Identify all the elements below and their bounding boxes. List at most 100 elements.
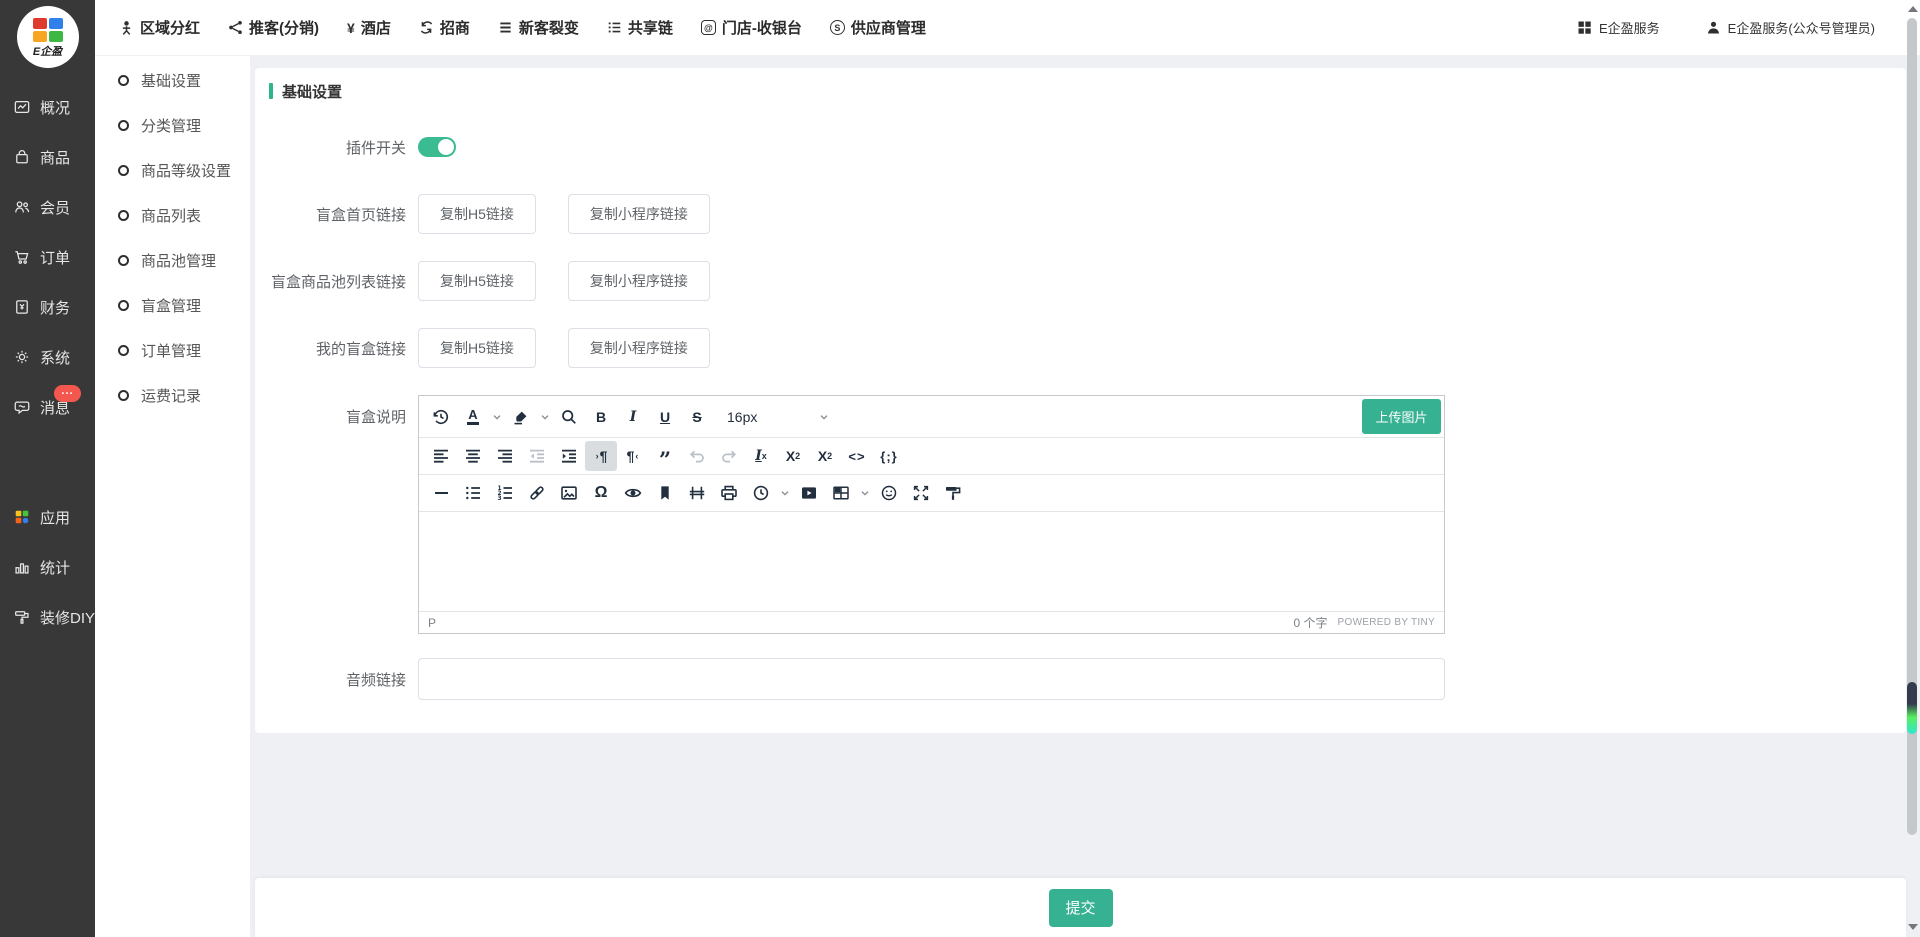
topnav-item-fission[interactable]: 新客裂变 xyxy=(484,17,593,38)
redo-icon[interactable] xyxy=(713,441,745,471)
subscript-button[interactable]: X2 xyxy=(777,441,809,471)
submenu-item-freight[interactable]: 运费记录 xyxy=(95,373,250,418)
italic-button[interactable]: I xyxy=(617,402,649,432)
copy-miniprogram-link-button[interactable]: 复制小程序链接 xyxy=(568,194,710,234)
insert-datetime-icon[interactable] xyxy=(745,478,777,508)
align-left-icon[interactable] xyxy=(425,441,457,471)
copy-h5-link-button[interactable]: 复制H5链接 xyxy=(418,194,536,234)
code-sample-button[interactable]: {;} xyxy=(873,441,905,471)
audio-link-input[interactable] xyxy=(418,658,1445,700)
blockquote-button[interactable]: ” xyxy=(649,441,681,471)
submenu-item-goods-list[interactable]: 商品列表 xyxy=(95,193,250,238)
link-icon[interactable] xyxy=(521,478,553,508)
highlighter-icon[interactable] xyxy=(505,402,537,432)
page-break-icon[interactable] xyxy=(681,478,713,508)
table-icon[interactable] xyxy=(825,478,857,508)
special-character-button[interactable]: Ω xyxy=(585,478,617,508)
copy-miniprogram-link-button[interactable]: 复制小程序链接 xyxy=(568,328,710,368)
font-size-select[interactable]: 16px xyxy=(719,402,837,432)
copy-h5-link-button[interactable]: 复制H5链接 xyxy=(418,328,536,368)
upload-image-button[interactable]: 上传图片 xyxy=(1362,399,1441,434)
topnav-item-region-dividend[interactable]: 区域分红 xyxy=(105,17,214,38)
topnav-item-supplier[interactable]: S 供应商管理 xyxy=(816,17,940,38)
topnav-item-zhaoshang[interactable]: 招商 xyxy=(405,17,484,38)
sidebar-item-label: 统计 xyxy=(40,557,70,578)
page-scrollbar[interactable] xyxy=(1905,0,1920,937)
topnav-item-hotel[interactable]: ¥ 酒店 xyxy=(333,17,405,38)
plugin-switch-toggle[interactable] xyxy=(418,137,456,157)
format-painter-icon[interactable] xyxy=(937,478,969,508)
copy-h5-link-button[interactable]: 复制H5链接 xyxy=(418,261,536,301)
sidebar-item-members[interactable]: 会员 xyxy=(0,182,95,232)
sidebar-item-messages[interactable]: 消息 ... xyxy=(0,382,95,432)
topnav-item-tuike[interactable]: 推客(分销) xyxy=(214,17,333,38)
submenu-item-order-mgmt[interactable]: 订单管理 xyxy=(95,328,250,373)
print-icon[interactable] xyxy=(713,478,745,508)
scrollbar-track[interactable] xyxy=(1907,18,1917,835)
sidebar-item-finance[interactable]: 财务 xyxy=(0,282,95,332)
sidebar-item-system[interactable]: 系统 xyxy=(0,332,95,382)
sidebar-item-overview[interactable]: 概况 xyxy=(0,82,95,132)
logo-block-orange xyxy=(33,31,47,42)
editor-content-area[interactable] xyxy=(419,512,1444,612)
element-path[interactable]: P xyxy=(428,616,436,630)
horizontal-rule-icon[interactable] xyxy=(425,478,457,508)
restore-draft-icon[interactable] xyxy=(425,402,457,432)
topnav-service[interactable]: E企盈服务 xyxy=(1577,18,1660,37)
copy-miniprogram-link-button[interactable]: 复制小程序链接 xyxy=(568,261,710,301)
search-icon[interactable] xyxy=(553,402,585,432)
text-color-chevron-icon[interactable] xyxy=(489,402,505,432)
emoji-icon[interactable] xyxy=(873,478,905,508)
topnav-account[interactable]: E企盈服务(公众号管理员) xyxy=(1706,18,1875,37)
sidebar-item-goods[interactable]: 商品 xyxy=(0,132,95,182)
sidebar-item-orders[interactable]: 订单 xyxy=(0,232,95,282)
scroll-down-arrow-icon[interactable] xyxy=(1908,924,1918,930)
strikethrough-button[interactable]: S xyxy=(681,402,713,432)
numbered-list-icon[interactable]: 123 xyxy=(489,478,521,508)
superscript-button[interactable]: X2 xyxy=(809,441,841,471)
sidebar-item-diy[interactable]: 装修DIY xyxy=(0,592,95,642)
apps-grid-icon xyxy=(13,508,31,526)
submenu-item-goods-level[interactable]: 商品等级设置 xyxy=(95,148,250,193)
underline-button[interactable]: U xyxy=(649,402,681,432)
table-chevron-icon[interactable] xyxy=(857,478,873,508)
text-color-button[interactable]: A xyxy=(457,402,489,432)
circle-icon xyxy=(118,75,129,86)
topnav-item-sharechain[interactable]: 共享链 xyxy=(593,17,687,38)
align-center-icon[interactable] xyxy=(457,441,489,471)
submenu-item-blindbox[interactable]: 盲盒管理 xyxy=(95,283,250,328)
submit-button[interactable]: 提交 xyxy=(1049,889,1113,927)
submenu-item-category[interactable]: 分类管理 xyxy=(95,103,250,148)
indent-icon[interactable] xyxy=(553,441,585,471)
scrollbar-thumb[interactable] xyxy=(1907,682,1917,734)
brand-logo[interactable]: E企盈 xyxy=(17,6,79,68)
editor-statusbar: P 0 个字 POWERED BY TINY xyxy=(419,612,1444,633)
outdent-icon[interactable] xyxy=(521,441,553,471)
align-right-icon[interactable] xyxy=(489,441,521,471)
submenu-item-basic-settings[interactable]: 基础设置 xyxy=(95,58,250,103)
highlight-color-chevron-icon[interactable] xyxy=(537,402,553,432)
word-count[interactable]: 0 个字 xyxy=(1294,614,1328,631)
fullscreen-icon[interactable] xyxy=(905,478,937,508)
ltr-button[interactable]: ›¶ xyxy=(585,441,617,471)
bullet-list-icon[interactable] xyxy=(457,478,489,508)
user-icon xyxy=(1706,20,1721,35)
bold-button[interactable]: B xyxy=(585,402,617,432)
anchor-bookmark-icon[interactable] xyxy=(649,478,681,508)
rtl-button[interactable]: ¶‹ xyxy=(617,441,649,471)
datetime-chevron-icon[interactable] xyxy=(777,478,793,508)
circle-icon xyxy=(118,120,129,131)
topnav-item-store-cashier[interactable]: @ 门店-收银台 xyxy=(687,17,816,38)
sidebar-item-stats[interactable]: 统计 xyxy=(0,542,95,592)
bar-chart-icon xyxy=(13,558,31,576)
undo-icon[interactable] xyxy=(681,441,713,471)
submenu-item-goods-pool[interactable]: 商品池管理 xyxy=(95,238,250,283)
image-icon[interactable] xyxy=(553,478,585,508)
members-icon xyxy=(13,198,31,216)
media-icon[interactable] xyxy=(793,478,825,508)
sidebar-item-apps[interactable]: 应用 xyxy=(0,492,95,542)
clear-formatting-button[interactable]: Ix xyxy=(745,441,777,471)
preview-eye-icon[interactable] xyxy=(617,478,649,508)
scroll-up-arrow-icon[interactable] xyxy=(1908,6,1918,12)
inline-code-button[interactable]: <> xyxy=(841,441,873,471)
